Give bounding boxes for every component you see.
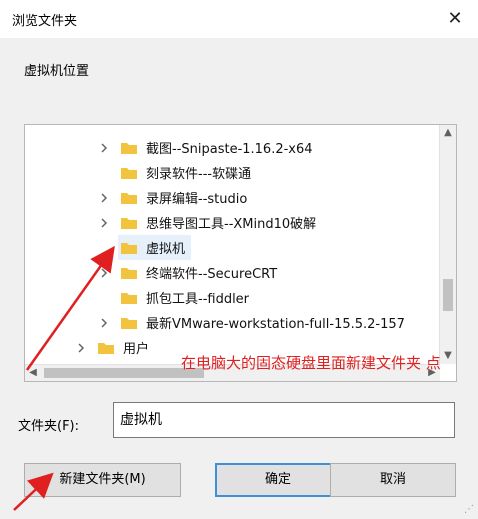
tree-item-label: 刻录软件---软碟通 <box>146 167 252 182</box>
tree-item-label: 抓包工具--fiddler <box>146 292 250 307</box>
chevron-right-icon[interactable] <box>98 267 110 279</box>
tree-item-label: 虚拟机 <box>146 242 186 257</box>
folder-icon <box>121 167 137 179</box>
cancel-button[interactable]: 取消 <box>330 463 456 497</box>
vertical-scroll-thumb[interactable] <box>443 279 453 311</box>
resize-grip-icon[interactable]: ⋰ <box>464 504 474 515</box>
chevron-right-icon[interactable] <box>98 192 110 204</box>
vertical-scrollbar[interactable]: ▲ ▼ <box>439 125 456 364</box>
folder-icon <box>121 317 137 329</box>
browse-folder-dialog: 浏览文件夹 ✕ 虚拟机位置 截图--Snipaste-1.16.2-x64 刻录… <box>0 0 478 519</box>
tree-item-label: 最新VMware-workstation-full-15.5.2-157 <box>146 317 405 332</box>
folder-tree[interactable]: 截图--Snipaste-1.16.2-x64 刻录软件---软碟通 录屏编辑-… <box>24 124 457 382</box>
folder-icon <box>121 142 137 154</box>
new-folder-button[interactable]: 新建文件夹(M) <box>24 463 181 497</box>
folder-icon <box>121 267 137 279</box>
window-title: 浏览文件夹 <box>12 14 78 29</box>
folder-icon <box>121 217 137 229</box>
folder-icon <box>121 192 137 204</box>
prompt-text: 虚拟机位置 <box>24 64 90 79</box>
tree-item-label: 录屏编辑--studio <box>146 192 248 207</box>
close-icon[interactable]: ✕ <box>442 6 468 32</box>
tree-item-selected[interactable]: 虚拟机 <box>118 235 192 260</box>
folder-name-input[interactable]: 虚拟机 <box>113 402 455 438</box>
folder-field-label: 文件夹(F): <box>18 419 80 434</box>
tree-item[interactable]: 抓包工具--fiddler <box>120 285 249 310</box>
tree-item-label: 用户 <box>123 342 150 357</box>
tree-item[interactable]: 终端软件--SecureCRT <box>98 260 277 285</box>
chevron-right-icon[interactable] <box>98 217 110 229</box>
tree-item-label: 终端软件--SecureCRT <box>146 267 278 282</box>
scroll-left-icon[interactable]: ◀ <box>25 365 41 381</box>
tree-item[interactable]: 最新VMware-workstation-full-15.5.2-157 <box>98 310 405 335</box>
tree-item[interactable]: 用户 <box>75 335 149 360</box>
chevron-right-icon[interactable] <box>98 142 110 154</box>
title-bar: 浏览文件夹 ✕ <box>0 0 478 38</box>
tree-item-label: 思维导图工具--XMind10破解 <box>146 217 317 232</box>
folder-icon <box>98 342 114 354</box>
folder-icon <box>121 292 137 304</box>
annotation-text: 在电脑大的固态硬盘里面新建文件夹 点 <box>181 354 441 372</box>
tree-item[interactable]: 思维导图工具--XMind10破解 <box>98 210 316 235</box>
tree-item[interactable]: 录屏编辑--studio <box>98 185 247 210</box>
tree-item[interactable]: 截图--Snipaste-1.16.2-x64 <box>98 135 313 160</box>
tree-item-label: 截图--Snipaste-1.16.2-x64 <box>146 142 313 157</box>
chevron-right-icon[interactable] <box>75 342 87 354</box>
horizontal-scroll-thumb[interactable] <box>44 368 204 378</box>
scroll-up-icon[interactable]: ▲ <box>440 125 456 141</box>
folder-icon <box>121 242 137 254</box>
chevron-right-icon[interactable] <box>98 317 110 329</box>
ok-button[interactable]: 确定 <box>215 463 341 497</box>
scroll-down-icon[interactable]: ▼ <box>440 348 456 364</box>
tree-item[interactable]: 刻录软件---软碟通 <box>120 160 251 185</box>
